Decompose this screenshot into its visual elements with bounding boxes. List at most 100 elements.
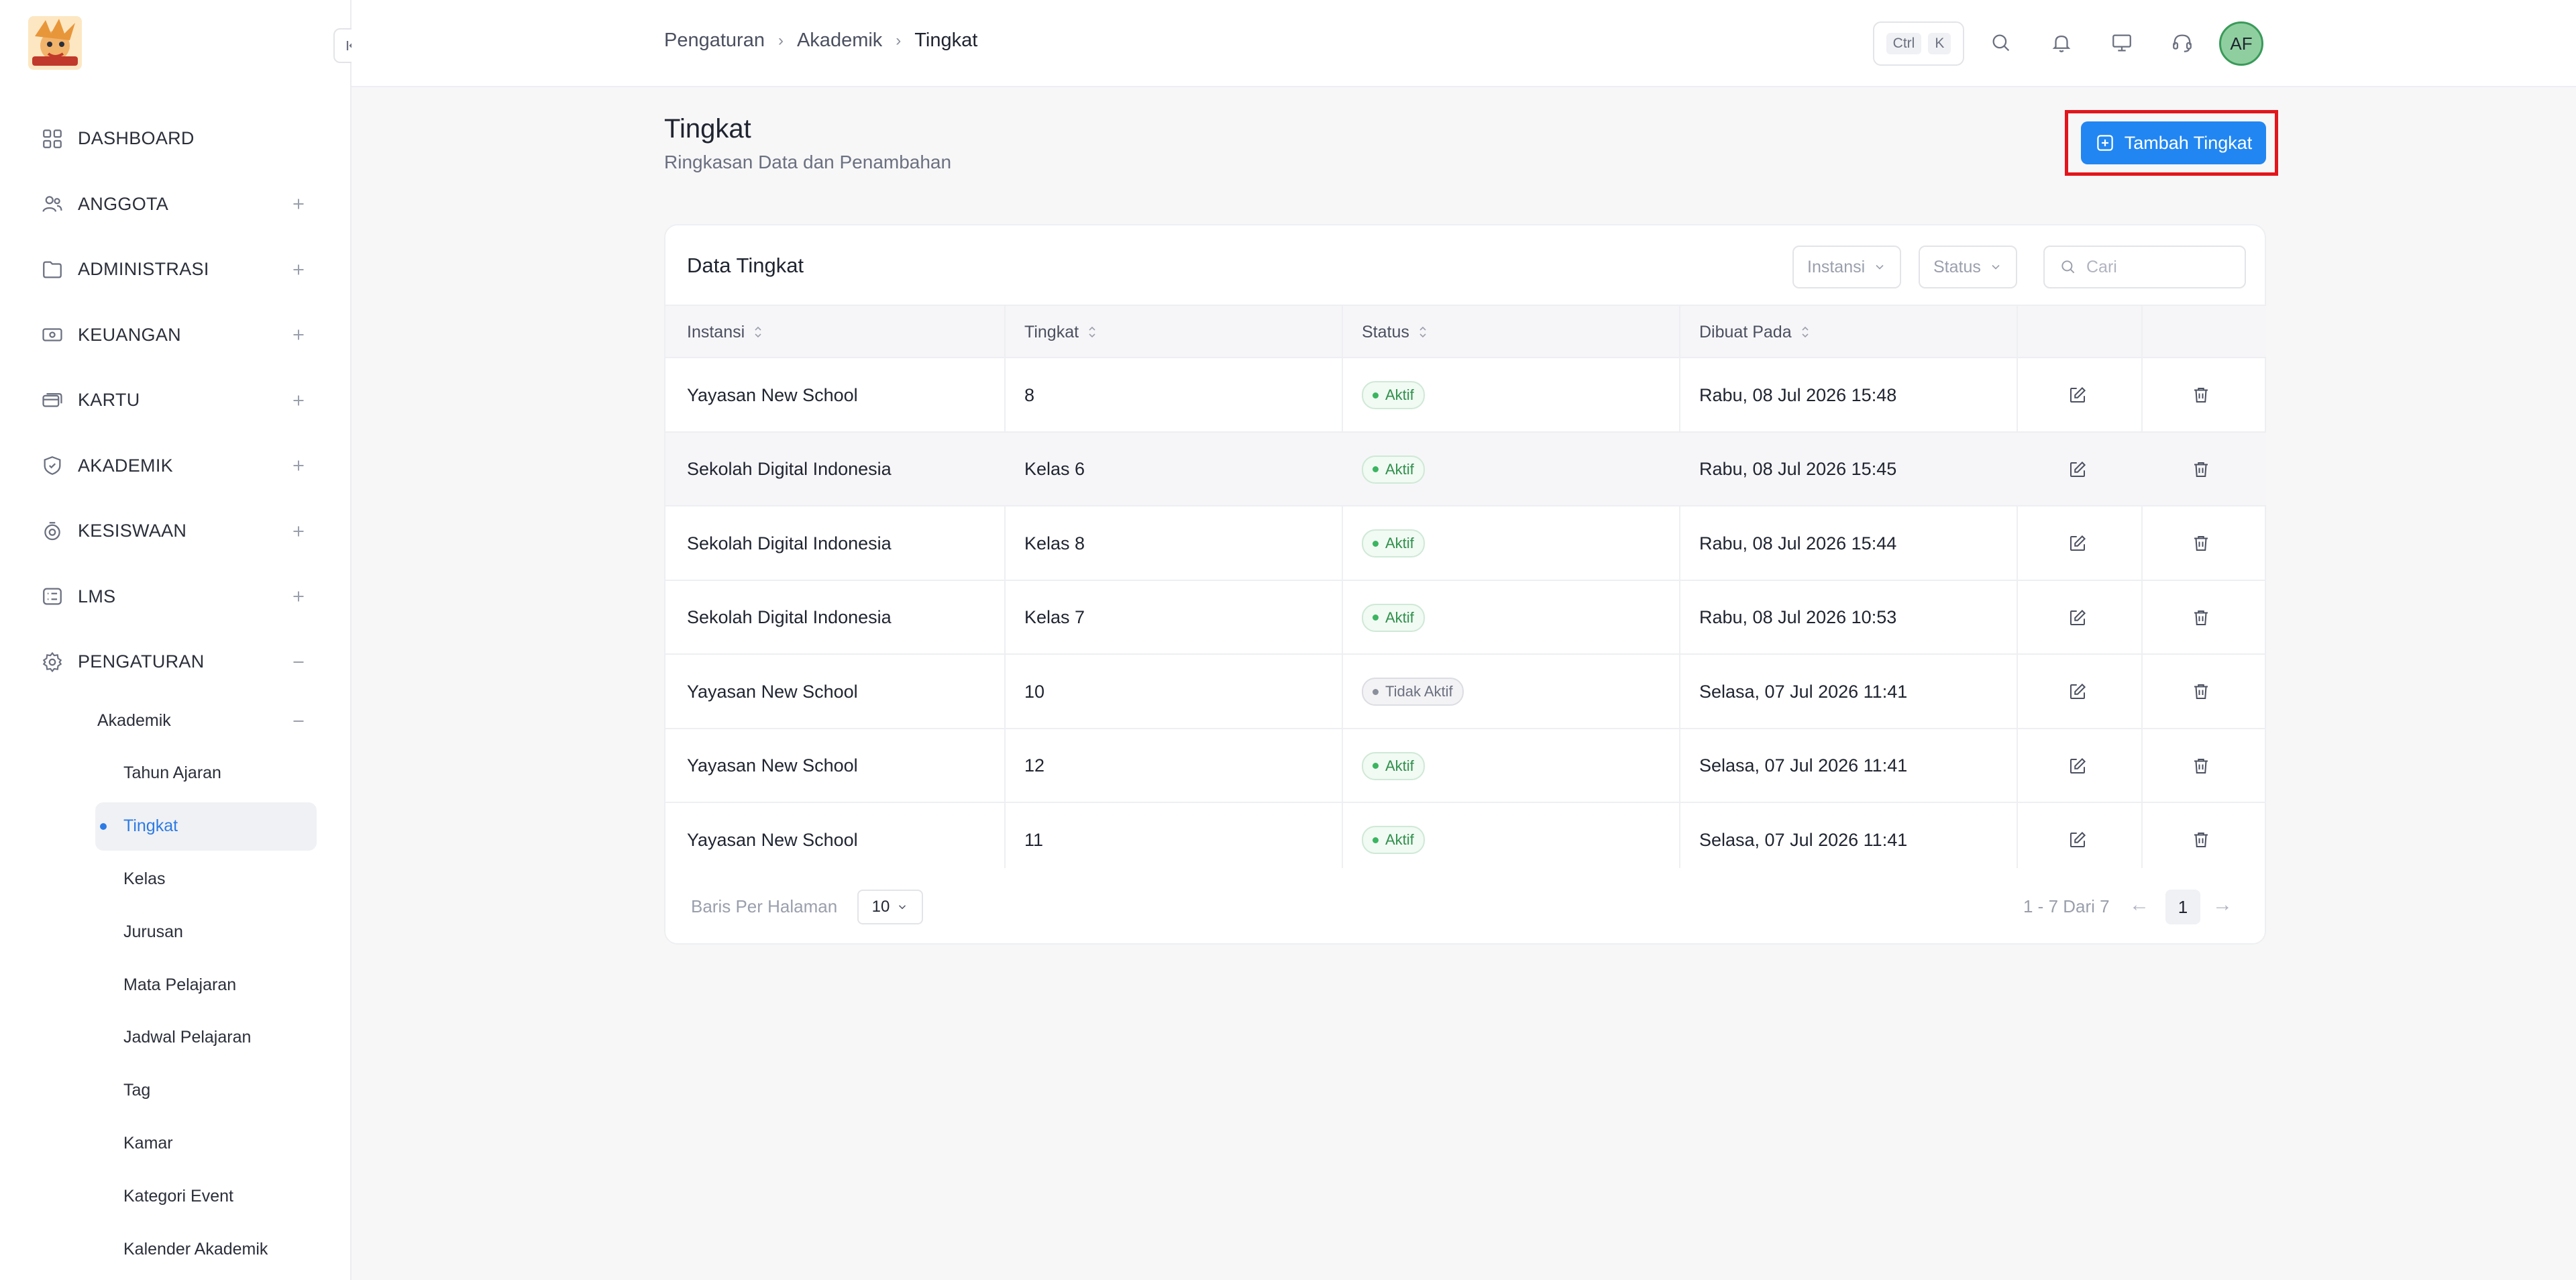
column-header-tingkat[interactable]: Tingkat xyxy=(1024,306,1097,358)
sidebar-item-akademik[interactable]: AKADEMIK xyxy=(0,433,352,499)
trash-icon[interactable] xyxy=(2191,729,2211,803)
breadcrumb-item[interactable]: Akademik xyxy=(797,30,882,52)
status-badge: Aktif xyxy=(1362,751,1425,780)
table-row: Sekolah Digital Indonesia Kelas 8 Aktif … xyxy=(665,506,2266,581)
cell-dibuat-pada: Rabu, 08 Jul 2026 15:45 xyxy=(1699,459,1897,479)
rows-per-page-select[interactable]: 10 xyxy=(857,890,923,924)
search-icon[interactable] xyxy=(1988,30,2015,56)
chevron-down-icon xyxy=(1876,264,1884,270)
filter-status[interactable]: Status xyxy=(1919,246,2017,288)
command-palette-shortcut[interactable]: Ctrl K xyxy=(1873,21,1964,66)
sidebar-subitem-kalender-akademik[interactable]: Kalender Akademik xyxy=(0,1223,352,1276)
add-tingkat-button[interactable]: Tambah Tingkat xyxy=(2081,121,2266,164)
page-number-button[interactable]: 1 xyxy=(2165,890,2200,924)
sidebar-subitem-mata-pelajaran[interactable]: Mata Pelajaran xyxy=(0,959,352,1012)
sidebar-subitem-tag[interactable]: Tag xyxy=(0,1064,352,1117)
monitor-icon[interactable] xyxy=(2108,30,2135,56)
column-header-instansi[interactable]: Instansi xyxy=(687,306,763,358)
cell-tingkat: 12 xyxy=(1024,755,1045,776)
table-row: Yayasan New School 11 Aktif Selasa, 07 J… xyxy=(665,803,2266,877)
sidebar-subitem-jurusan[interactable]: Jurusan xyxy=(0,906,352,959)
filter-instansi[interactable]: Instansi xyxy=(1792,246,1902,288)
cell-status: Aktif xyxy=(1362,433,1425,506)
cell-instansi: Yayasan New School xyxy=(687,384,858,405)
card-icon xyxy=(40,388,64,413)
sidebar-subitem-tahun-ajaran[interactable]: Tahun Ajaran xyxy=(0,747,352,800)
sidebar-item-kartu[interactable]: KARTU xyxy=(0,368,352,433)
subitem-label: Kategori Event xyxy=(123,1186,233,1206)
sidebar-item-label: DASHBOARD xyxy=(78,128,195,149)
sidebar-subitem-jadwal-pelajaran[interactable]: Jadwal Pelajaran xyxy=(0,1011,352,1064)
sidebar-item-kesiswaan[interactable]: KESISWAAN xyxy=(0,498,352,564)
sidebar-subitem-kelas[interactable]: Kelas xyxy=(0,853,352,906)
sidebar: DASHBOARD ANGGOTA ADMINISTRASI KEUANGAN xyxy=(0,0,368,1280)
expand-icon[interactable] xyxy=(288,456,309,476)
card-title: Data Tingkat xyxy=(687,254,804,277)
sidebar-subitem-kamar[interactable]: Kamar xyxy=(0,1117,352,1170)
status-badge: Tidak Aktif xyxy=(1362,678,1464,706)
expand-icon[interactable] xyxy=(288,260,309,280)
subgroup-label: Akademik xyxy=(97,711,171,730)
subitem-label: Jurusan xyxy=(123,922,183,941)
trash-icon[interactable] xyxy=(2191,581,2211,655)
cell-status: Aktif xyxy=(1362,803,1425,877)
edit-icon[interactable] xyxy=(2068,358,2088,432)
status-label: Tidak Aktif xyxy=(1385,683,1453,700)
subitem-label: Tahun Ajaran xyxy=(123,763,221,783)
search-input[interactable]: Cari xyxy=(2043,246,2246,288)
edit-icon[interactable] xyxy=(2068,433,2088,506)
collapse-section-icon[interactable] xyxy=(288,652,309,672)
page-title: Tingkat xyxy=(664,114,751,144)
next-page-button[interactable]: → xyxy=(2212,894,2233,916)
breadcrumb-current: Tingkat xyxy=(914,30,978,51)
cell-tingkat: Kelas 6 xyxy=(1024,459,1085,479)
trash-icon[interactable] xyxy=(2191,358,2211,432)
cell-instansi: Sekolah Digital Indonesia xyxy=(687,607,892,627)
bell-icon[interactable] xyxy=(2048,30,2075,56)
edit-icon[interactable] xyxy=(2068,506,2088,580)
column-header-dibuat-pada[interactable]: Dibuat Pada xyxy=(1699,306,1811,358)
sidebar-item-label: AKADEMIK xyxy=(78,455,173,476)
sidebar-item-anggota[interactable]: ANGGOTA xyxy=(0,172,352,237)
expand-icon[interactable] xyxy=(288,586,309,606)
subitem-label: Tingkat xyxy=(123,816,178,836)
trash-icon[interactable] xyxy=(2191,803,2211,877)
edit-icon[interactable] xyxy=(2068,581,2088,655)
breadcrumb-item[interactable]: Pengaturan xyxy=(664,30,765,52)
sidebar-item-keuangan[interactable]: KEUANGAN xyxy=(0,303,352,368)
chevron-right-icon: › xyxy=(896,31,902,50)
edit-icon[interactable] xyxy=(2068,729,2088,803)
app-logo[interactable] xyxy=(28,16,82,70)
expand-icon[interactable] xyxy=(288,390,309,411)
trash-icon[interactable] xyxy=(2191,433,2211,506)
sidebar-subitem-tingkat[interactable]: Tingkat xyxy=(0,800,352,853)
expand-icon[interactable] xyxy=(288,194,309,214)
sidebar-subitem-kategori-event[interactable]: Kategori Event xyxy=(0,1170,352,1223)
column-header-status[interactable]: Status xyxy=(1362,306,1428,358)
status-badge: Aktif xyxy=(1362,826,1425,854)
sidebar-item-administrasi[interactable]: ADMINISTRASI xyxy=(0,237,352,303)
support-headset-icon[interactable] xyxy=(2169,30,2196,56)
expand-icon[interactable] xyxy=(288,325,309,345)
prev-page-button[interactable]: ← xyxy=(2129,894,2149,916)
cell-tingkat: 10 xyxy=(1024,681,1045,702)
edit-icon[interactable] xyxy=(2068,655,2088,729)
cell-instansi: Yayasan New School xyxy=(687,755,858,776)
kbd-ctrl: Ctrl xyxy=(1886,33,1922,54)
collapse-subgroup-icon[interactable] xyxy=(288,711,309,731)
avatar[interactable]: AF xyxy=(2219,21,2263,66)
trash-icon[interactable] xyxy=(2191,655,2211,729)
active-dot xyxy=(100,822,107,830)
trash-icon[interactable] xyxy=(2191,506,2211,580)
sidebar-item-dashboard[interactable]: DASHBOARD xyxy=(0,106,352,172)
cell-dibuat-pada: Selasa, 07 Jul 2026 11:41 xyxy=(1699,681,1908,702)
filter-label: Status xyxy=(1933,257,1981,276)
sidebar-item-pengaturan[interactable]: PENGATURAN xyxy=(0,629,352,695)
sidebar-item-label: KEUANGAN xyxy=(78,324,181,345)
sort-icon xyxy=(1802,326,1809,338)
expand-icon[interactable] xyxy=(288,521,309,541)
subitem-label: Tag xyxy=(123,1081,151,1100)
edit-icon[interactable] xyxy=(2068,803,2088,877)
sidebar-subgroup-akademik[interactable]: Akademik xyxy=(0,695,352,747)
sidebar-item-lms[interactable]: LMS xyxy=(0,564,352,630)
